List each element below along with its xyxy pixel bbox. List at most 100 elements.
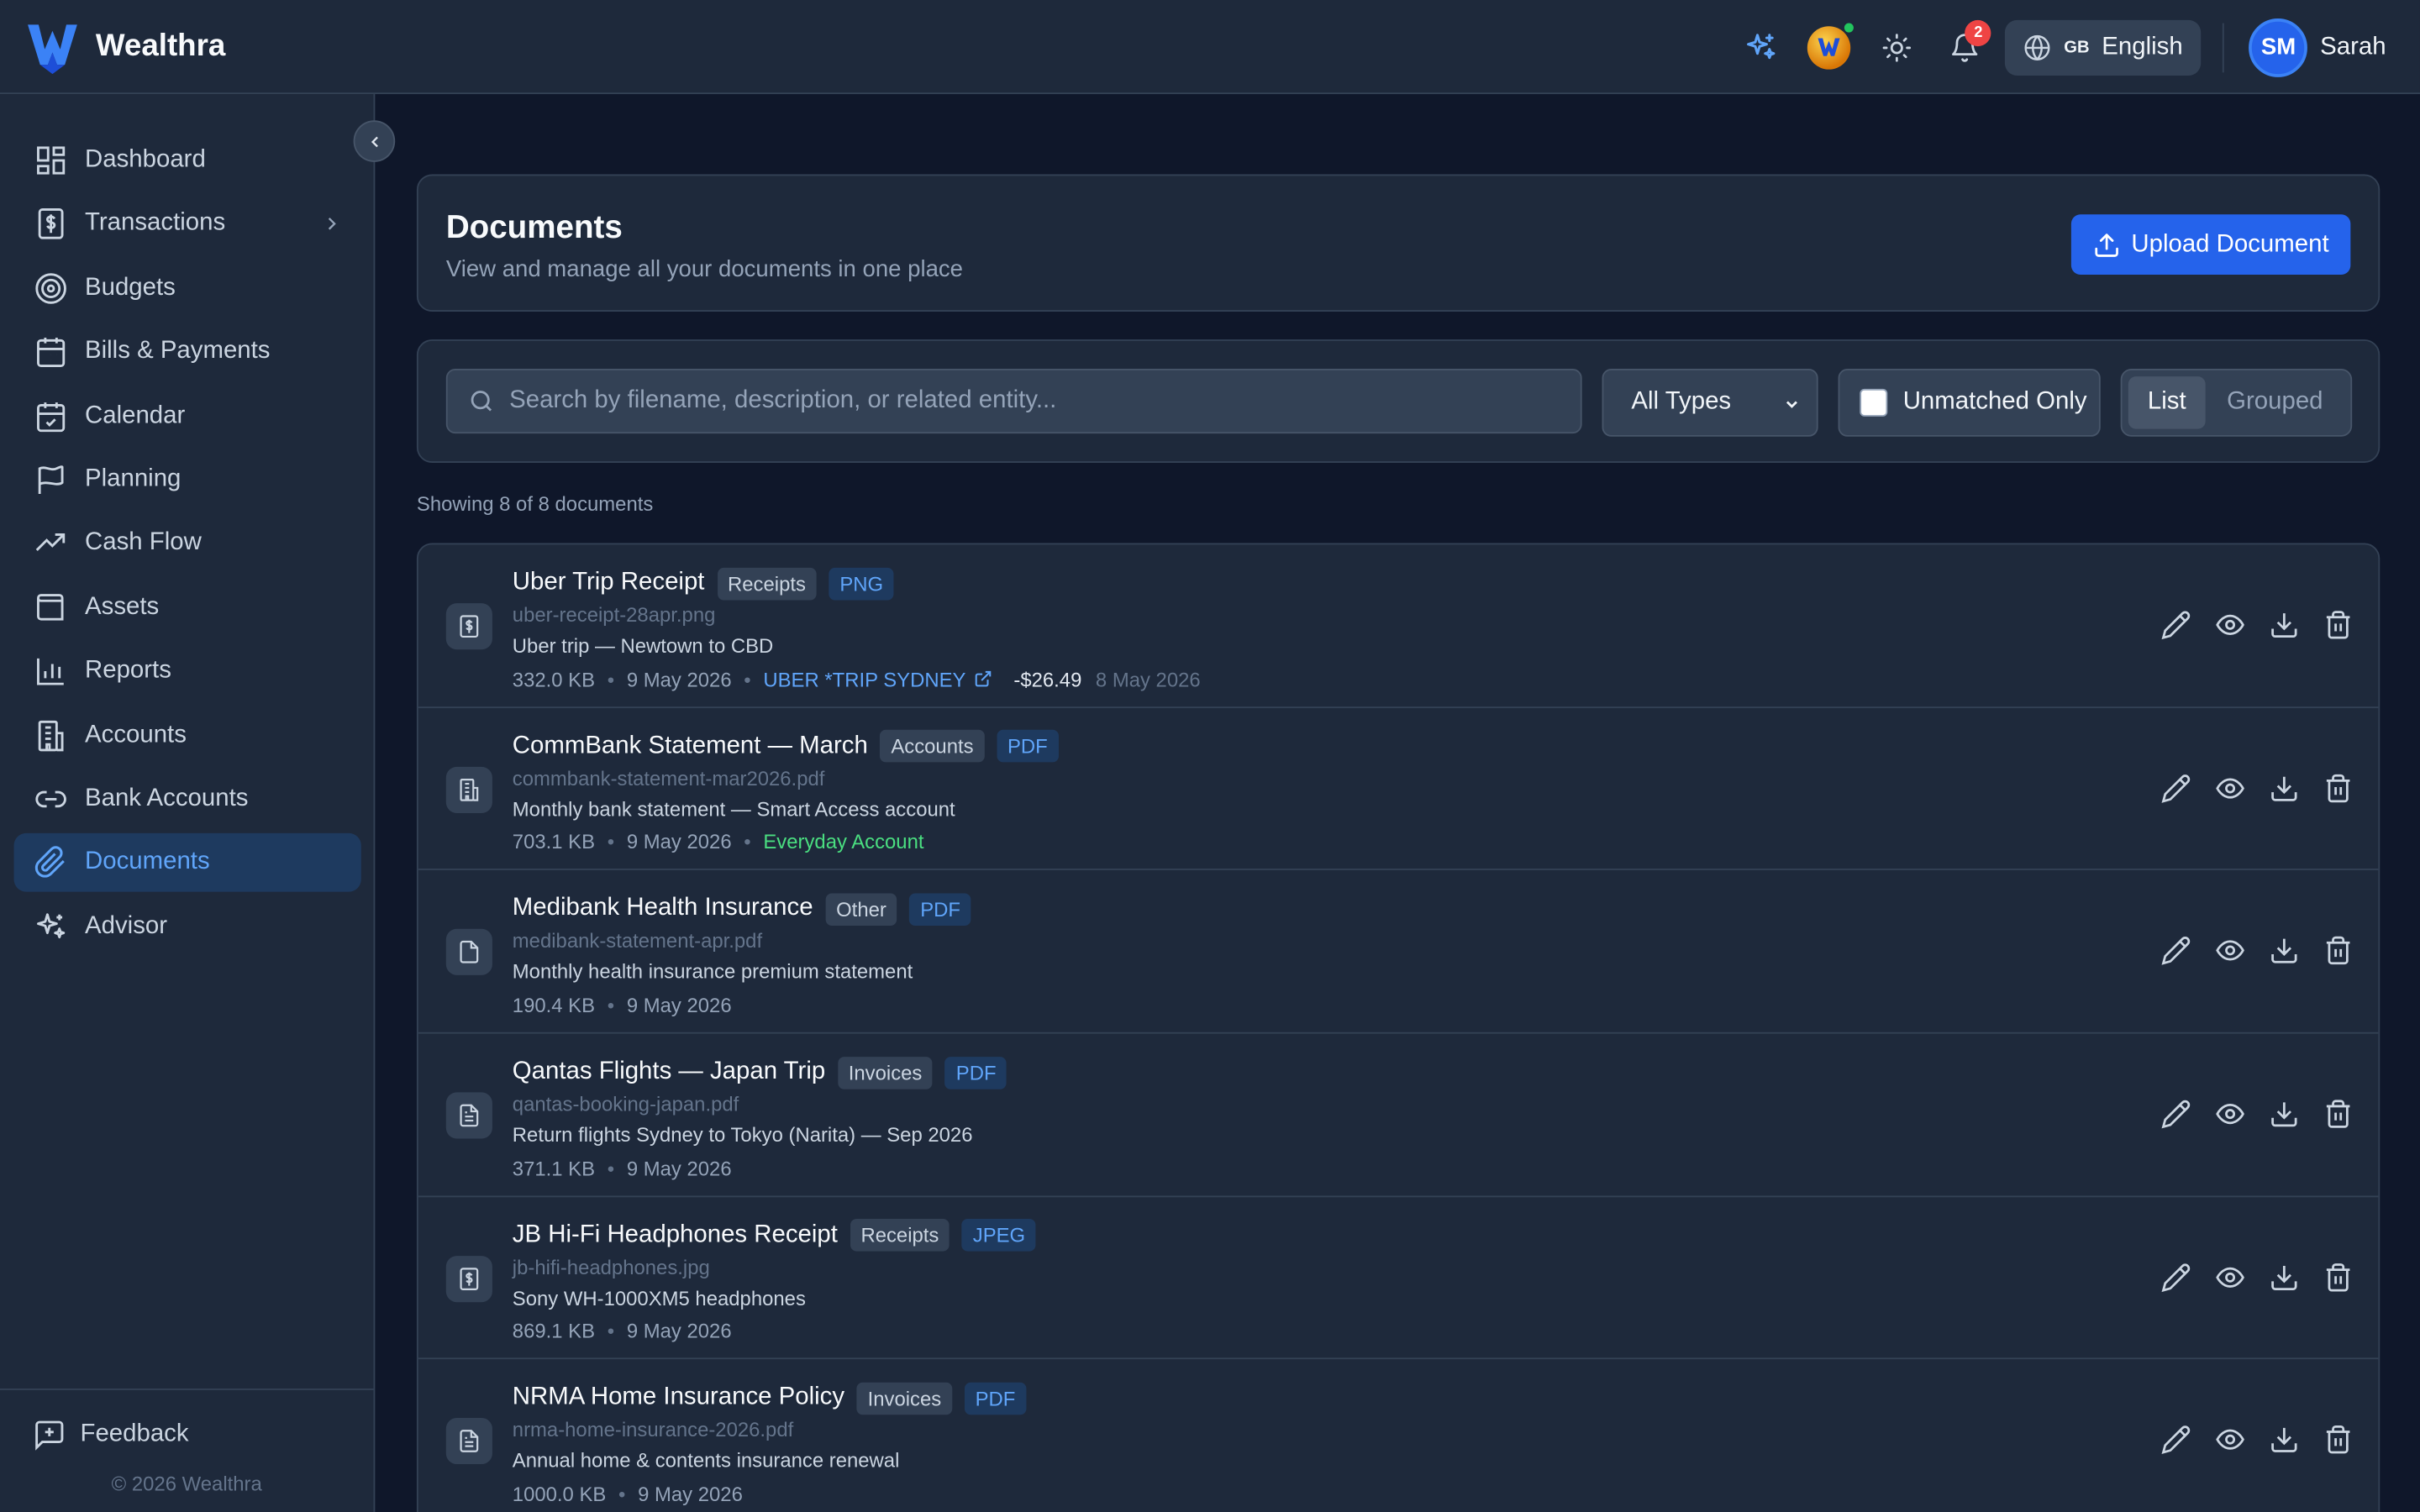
sidebar-item-bank-accounts[interactable]: Bank Accounts xyxy=(14,769,361,828)
list-item[interactable]: NRMA Home Insurance Policy Invoices PDF … xyxy=(418,1360,2379,1512)
sidebar-item-label: Cash Flow xyxy=(85,529,202,556)
wallet-icon xyxy=(37,593,64,621)
document-title[interactable]: NRMA Home Insurance Policy xyxy=(513,1384,844,1412)
upload-label: Upload Document xyxy=(2131,230,2329,257)
list-item[interactable]: JB Hi-Fi Headphones Receipt Receipts JPE… xyxy=(418,1197,2379,1360)
separator-dot: • xyxy=(744,667,751,690)
trash-icon[interactable] xyxy=(2323,1425,2354,1456)
document-title[interactable]: JB Hi-Fi Headphones Receipt xyxy=(513,1221,838,1249)
file-type-badge: PNG xyxy=(829,566,894,600)
edit-icon[interactable] xyxy=(2160,1262,2191,1293)
linked-transaction-link[interactable]: UBER *TRIP SYDNEY xyxy=(763,667,992,690)
download-icon[interactable] xyxy=(2269,936,2300,967)
view-icon[interactable] xyxy=(2215,1099,2246,1130)
document-description: Monthly health insurance premium stateme… xyxy=(512,960,913,984)
linked-account-link[interactable]: Everyday Account xyxy=(763,831,923,854)
upload-date: 9 May 2026 xyxy=(626,667,732,690)
list-item[interactable]: Medibank Health Insurance Other PDF medi… xyxy=(418,871,2379,1034)
user-avatar[interactable]: SM xyxy=(2249,18,2308,76)
download-icon[interactable] xyxy=(2269,1262,2300,1293)
notifications-button[interactable]: 2 xyxy=(1931,13,1999,81)
ai-sparkles-button[interactable] xyxy=(1728,13,1796,81)
sidebar-item-label: Accounts xyxy=(85,721,187,748)
sidebar-item-bills-payments[interactable]: Bills & Payments xyxy=(14,323,361,381)
sidebar-item-dashboard[interactable]: Dashboard xyxy=(14,131,361,190)
list-item[interactable]: CommBank Statement — March Accounts PDF … xyxy=(418,707,2379,871)
sidebar-item-assets[interactable]: Assets xyxy=(14,578,361,637)
transaction-amount: -$26.49 xyxy=(1013,667,1082,690)
sidebar-item-label: Advisor xyxy=(85,912,168,939)
view-grouped-button[interactable]: Grouped xyxy=(2206,376,2344,428)
edit-icon[interactable] xyxy=(2160,773,2191,804)
document-title[interactable]: CommBank Statement — March xyxy=(513,732,868,760)
view-icon[interactable] xyxy=(2215,1262,2246,1293)
view-icon[interactable] xyxy=(2215,936,2246,967)
document-title[interactable]: Qantas Flights — Japan Trip xyxy=(513,1058,825,1086)
file-size: 1000.0 KB xyxy=(512,1482,607,1506)
copyright: © 2026 Wealthra xyxy=(111,1472,262,1495)
notification-badge: 2 xyxy=(1965,18,1991,46)
download-icon[interactable] xyxy=(2269,773,2300,804)
edit-icon[interactable] xyxy=(2160,610,2191,641)
document-description: Monthly bank statement — Smart Access ac… xyxy=(512,797,955,821)
sidebar-item-label: Documents xyxy=(85,848,210,875)
theme-toggle-button[interactable] xyxy=(1864,13,1932,81)
sidebar-item-calendar[interactable]: Calendar xyxy=(14,386,361,445)
brand[interactable]: Wealthra xyxy=(24,18,225,75)
document-title[interactable]: Medibank Health Insurance xyxy=(513,895,813,923)
view-icon[interactable] xyxy=(2215,610,2246,641)
edit-icon[interactable] xyxy=(2160,1099,2191,1130)
document-description: Annual home & contents insurance renewal xyxy=(512,1449,900,1473)
trash-icon[interactable] xyxy=(2323,1099,2354,1130)
sidebar-item-reports[interactable]: Reports xyxy=(14,642,361,701)
page-subtitle: View and manage all your documents in on… xyxy=(445,255,964,283)
sidebar-item-budgets[interactable]: Budgets xyxy=(14,259,361,318)
trash-icon[interactable] xyxy=(2323,610,2354,641)
file-type-badge: JPEG xyxy=(961,1219,1037,1252)
trash-icon[interactable] xyxy=(2323,936,2354,967)
search-box[interactable] xyxy=(445,368,1582,434)
user-name[interactable]: Sarah xyxy=(2320,33,2386,60)
assistant-orb-button[interactable] xyxy=(1796,13,1864,81)
feedback-button[interactable]: Feedback xyxy=(33,1418,189,1452)
view-icon[interactable] xyxy=(2215,1425,2246,1456)
sidebar-item-label: Transactions xyxy=(85,210,226,237)
download-icon[interactable] xyxy=(2269,1425,2300,1456)
sidebar-item-advisor[interactable]: Advisor xyxy=(14,897,361,956)
edit-icon[interactable] xyxy=(2160,936,2191,967)
sidebar-collapse-button[interactable] xyxy=(353,120,396,162)
separator-dot: • xyxy=(618,1482,626,1506)
search-input[interactable] xyxy=(509,387,1560,416)
transaction-date: 8 May 2026 xyxy=(1095,667,1201,690)
trash-icon[interactable] xyxy=(2323,773,2354,804)
view-icon[interactable] xyxy=(2215,773,2246,804)
feedback-icon xyxy=(35,1420,64,1451)
sidebar-item-accounts[interactable]: Accounts xyxy=(14,706,361,764)
download-icon[interactable] xyxy=(2269,1099,2300,1130)
sidebar-item-cash-flow[interactable]: Cash Flow xyxy=(14,514,361,573)
category-badge: Other xyxy=(825,893,897,926)
sidebar-item-planning[interactable]: Planning xyxy=(14,450,361,509)
trash-icon[interactable] xyxy=(2323,1262,2354,1293)
unmatched-only-toggle[interactable]: Unmatched Only xyxy=(1838,368,2101,437)
wealthra-logo-icon xyxy=(28,24,77,75)
download-icon[interactable] xyxy=(2269,610,2300,641)
sidebar-item-transactions[interactable]: Transactions xyxy=(14,195,361,254)
language-selector[interactable]: GB English xyxy=(2005,18,2202,76)
document-title[interactable]: Uber Trip Receipt xyxy=(513,570,705,597)
search-icon xyxy=(471,391,492,412)
sidebar-item-documents[interactable]: Documents xyxy=(13,833,361,893)
document-description: Return flights Sydney to Tokyo (Narita) … xyxy=(512,1123,973,1147)
document-filename: uber-receipt-28apr.png xyxy=(512,603,716,627)
unmatched-checkbox[interactable] xyxy=(1860,388,1888,417)
list-item[interactable]: Qantas Flights — Japan Trip Invoices PDF… xyxy=(418,1034,2379,1197)
view-list-button[interactable]: List xyxy=(2128,376,2206,429)
list-item[interactable]: Uber Trip Receipt Receipts PNG uber-rece… xyxy=(418,544,2379,708)
separator-dot: • xyxy=(607,993,615,1017)
edit-icon[interactable] xyxy=(2160,1425,2191,1456)
upload-document-button[interactable]: Upload Document xyxy=(2070,214,2351,275)
bar-chart-icon xyxy=(37,659,64,685)
type-filter-select[interactable]: All Types xyxy=(1602,368,1818,437)
file-icon xyxy=(445,929,492,976)
sidebar-item-label: Dashboard xyxy=(85,146,206,173)
